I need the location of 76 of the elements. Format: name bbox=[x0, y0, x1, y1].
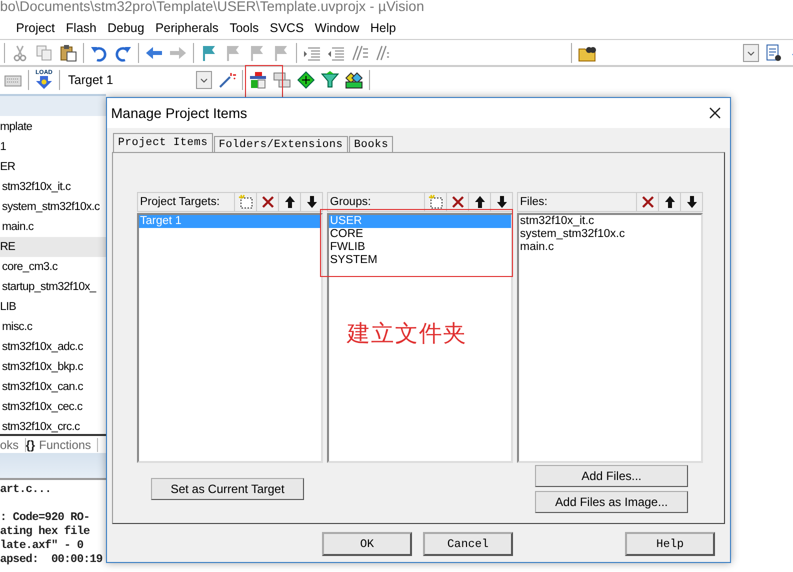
funnel-icon[interactable] bbox=[321, 70, 339, 88]
uncomment-icon[interactable] bbox=[375, 44, 389, 62]
tree-item[interactable]: stm32f10x_can.c bbox=[2, 381, 83, 393]
tree-item[interactable]: stm32f10x_cec.c bbox=[2, 401, 82, 413]
tree-item[interactable]: stm32f10x_bkp.c bbox=[2, 361, 83, 373]
menu-item[interactable]: Debug bbox=[103, 21, 152, 35]
output-line: ating hex file bbox=[0, 525, 90, 538]
tree-item[interactable]: misc.c bbox=[2, 321, 32, 333]
download-arrow-icon bbox=[35, 76, 53, 89]
list-item[interactable]: system_stm32f10x.c bbox=[520, 228, 625, 240]
flag-icon[interactable] bbox=[200, 44, 218, 62]
panel-tab[interactable]: Functions bbox=[39, 438, 92, 452]
output-line: : Code=920 RO- bbox=[0, 511, 90, 524]
magic-wand-icon[interactable] bbox=[218, 70, 236, 88]
menu-item[interactable]: Tools bbox=[226, 21, 266, 35]
add-files-button[interactable]: Add Files... bbox=[535, 465, 688, 487]
tab[interactable]: Folders/Extensions bbox=[214, 136, 348, 152]
diamond-icon[interactable] bbox=[297, 70, 315, 88]
menu-item[interactable]: Flash bbox=[62, 21, 104, 35]
delete-icon[interactable] bbox=[260, 194, 276, 210]
paste-icon[interactable] bbox=[59, 44, 77, 62]
list-item[interactable]: CORE bbox=[330, 228, 364, 240]
tree-item[interactable]: ER bbox=[0, 161, 16, 173]
chevron-down-icon bbox=[199, 76, 209, 84]
dialog-button[interactable]: OK bbox=[322, 532, 412, 556]
list-title: Groups: bbox=[330, 196, 371, 208]
tree-item[interactable]: RE bbox=[0, 241, 16, 253]
colored-blocks-icon[interactable] bbox=[249, 70, 267, 88]
menu-item[interactable]: SVCS bbox=[266, 21, 311, 35]
tree-item[interactable]: core_cm3.c bbox=[2, 261, 58, 273]
menu-item[interactable]: Window bbox=[310, 21, 366, 35]
target-dropdown[interactable]: Target 1 bbox=[66, 70, 212, 90]
tab[interactable]: Project Items bbox=[113, 133, 213, 152]
list-title: Project Targets: bbox=[140, 196, 220, 208]
tree-item[interactable]: main.c bbox=[2, 221, 34, 233]
set-target-button[interactable]: Set as Current Target bbox=[151, 478, 304, 500]
menu-item[interactable]: Help bbox=[366, 21, 403, 35]
tree-item[interactable]: stm32f10x_it.c bbox=[2, 181, 71, 193]
list-item[interactable]: FWLIB bbox=[330, 241, 366, 253]
tree-item[interactable]: mplate bbox=[0, 121, 32, 133]
window-title: bo\Documents\stm32pro\Template\USER\Template.uvprojx - µVision bbox=[0, 0, 424, 12]
dropdown-button[interactable] bbox=[743, 44, 759, 62]
delete-icon[interactable] bbox=[450, 194, 466, 210]
menu-item[interactable]: Project bbox=[12, 21, 62, 35]
tree-item[interactable]: LIB bbox=[0, 301, 16, 313]
tree-item[interactable]: 1 bbox=[0, 141, 6, 153]
colored-diamonds-icon[interactable] bbox=[345, 70, 363, 88]
list-title: Files: bbox=[520, 196, 548, 208]
new-item-icon[interactable] bbox=[428, 194, 444, 210]
document-search-icon[interactable] bbox=[765, 44, 783, 62]
dialog-button[interactable]: Help bbox=[625, 532, 715, 556]
comment-icon[interactable] bbox=[351, 44, 369, 62]
delete-icon[interactable] bbox=[640, 194, 656, 210]
tree-item[interactable]: startup_stm32f10x_ bbox=[2, 281, 96, 293]
dialog-button[interactable]: Cancel bbox=[423, 532, 513, 556]
braces-icon: {} bbox=[26, 438, 36, 452]
tree-item[interactable]: stm32f10x_crc.c bbox=[2, 421, 80, 433]
tree-item[interactable]: system_stm32f10x.c bbox=[2, 201, 100, 213]
chevron-down-icon bbox=[746, 48, 756, 56]
list-item[interactable]: stm32f10x_it.c bbox=[520, 215, 594, 227]
tab[interactable]: Books bbox=[348, 136, 394, 152]
scissors-icon[interactable] bbox=[11, 44, 29, 62]
annotation-text: 建立文件夹 bbox=[347, 320, 467, 349]
new-item-icon[interactable] bbox=[238, 194, 254, 210]
close-icon[interactable] bbox=[708, 106, 722, 120]
output-line: apsed: 00:00:19 bbox=[0, 553, 102, 566]
tree-item[interactable]: stm32f10x_adc.c bbox=[2, 341, 83, 353]
output-line: art.c... bbox=[0, 483, 52, 496]
add-files-button[interactable]: Add Files as Image... bbox=[535, 491, 688, 513]
stacked-windows-icon[interactable] bbox=[273, 70, 291, 88]
list-item[interactable]: SYSTEM bbox=[330, 254, 378, 266]
menu-item[interactable]: Peripherals bbox=[151, 21, 226, 35]
output-line: late.axf" - 0 bbox=[0, 539, 84, 552]
dialog-title: Manage Project Items bbox=[111, 105, 248, 121]
list-item[interactable]: main.c bbox=[520, 241, 554, 253]
panel-tab[interactable]: oks bbox=[0, 438, 19, 452]
